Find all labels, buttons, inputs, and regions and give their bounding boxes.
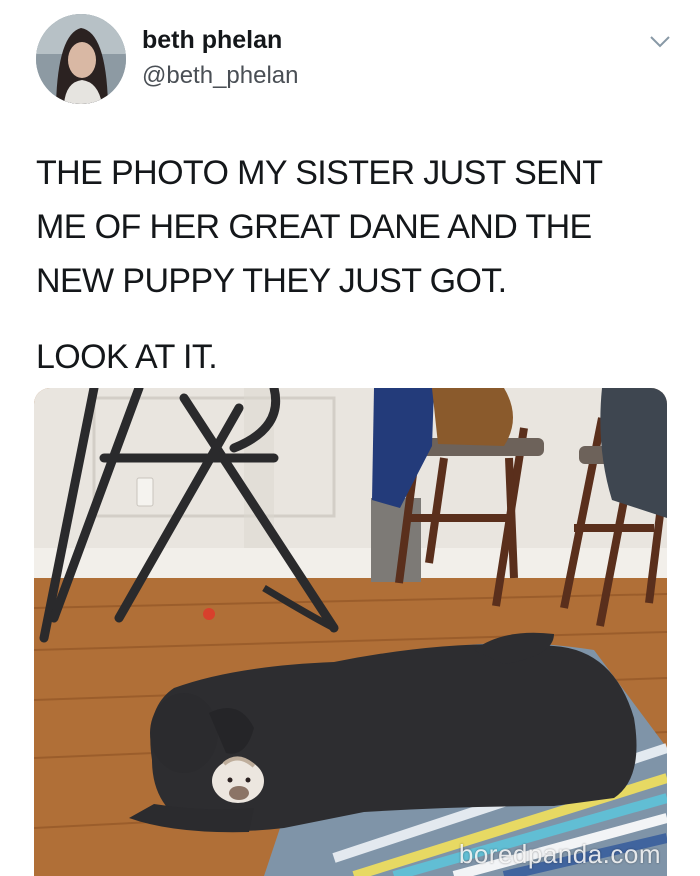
tweet-text: THE PHOTO MY SISTER JUST SENT ME OF HER … <box>36 146 656 384</box>
chevron-down-icon[interactable] <box>648 34 672 50</box>
tweet-paragraph: THE PHOTO MY SISTER JUST SENT ME OF HER … <box>36 154 602 300</box>
tweet-photo[interactable]: boredpanda.com <box>34 388 667 876</box>
watermark: boredpanda.com <box>458 839 661 869</box>
avatar-photo <box>36 14 126 104</box>
display-name[interactable]: beth phelan <box>142 26 282 55</box>
tweet-paragraph: LOOK AT IT. <box>36 338 218 376</box>
user-handle[interactable]: @beth_phelan <box>142 62 299 90</box>
avatar[interactable] <box>36 14 126 104</box>
photo-scene <box>34 388 667 876</box>
